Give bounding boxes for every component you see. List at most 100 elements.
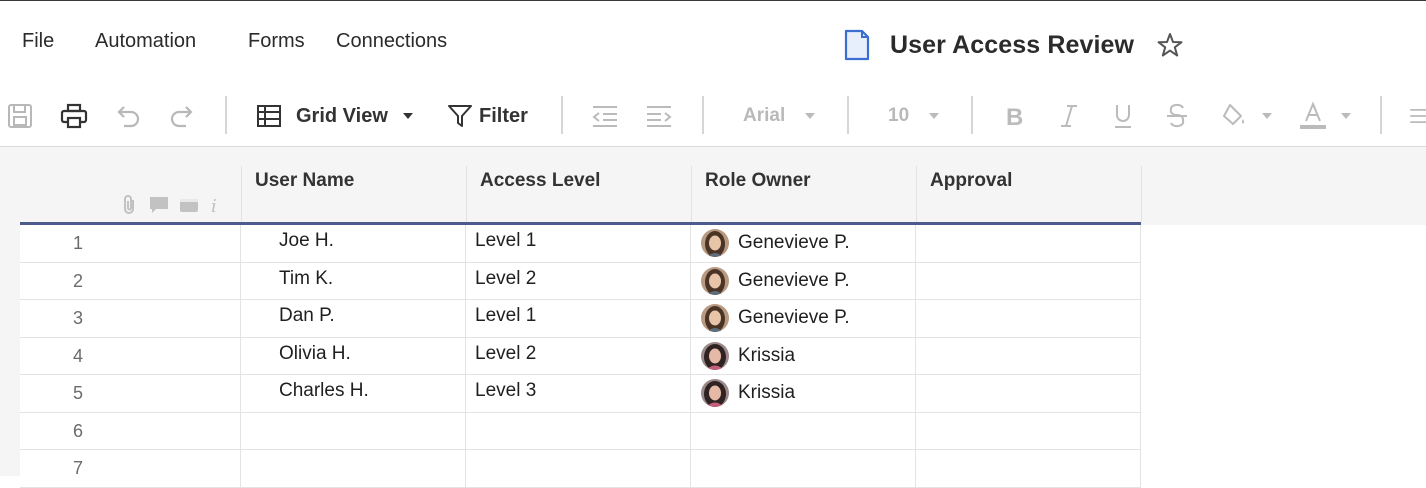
row-number-cell[interactable]: 1 (20, 225, 241, 262)
info-icon: i (211, 196, 217, 216)
access-level-cell[interactable] (466, 412, 691, 449)
chevron-down-icon (929, 113, 940, 119)
avatar (701, 266, 729, 295)
role-owner-cell[interactable] (691, 450, 916, 487)
column-header-user-name[interactable]: User Name (241, 166, 467, 222)
approval-cell[interactable] (916, 337, 1141, 374)
role-owner-cell[interactable] (691, 412, 916, 449)
column-header-approval[interactable]: Approval (916, 166, 1142, 222)
access-level-cell[interactable]: Level 3 (466, 375, 691, 412)
row-number-cell[interactable]: 7 (20, 450, 241, 487)
star-icon[interactable] (1156, 31, 1184, 59)
table-row: 7 (20, 450, 1141, 488)
chevron-down-icon (1341, 113, 1351, 119)
indent-icon[interactable] (645, 100, 673, 132)
chevron-down-icon (1262, 113, 1272, 119)
user-name-cell[interactable] (241, 412, 466, 449)
access-level-cell[interactable]: Level 1 (466, 300, 691, 337)
role-owner-cell[interactable]: Krissia (691, 375, 916, 412)
underline-icon[interactable] (1110, 100, 1136, 132)
grid-rows: 1 Joe H. Level 1 Genevieve P. 2 Tim K. L… (20, 225, 1141, 488)
user-name-cell[interactable]: Tim K. (241, 262, 466, 299)
menu-connections[interactable]: Connections (336, 30, 447, 53)
column-header-label: Role Owner (705, 170, 811, 191)
user-name-cell[interactable] (241, 450, 466, 487)
document-icon (844, 29, 870, 61)
text-color-button[interactable] (1299, 100, 1351, 132)
user-name-cell[interactable]: Olivia H. (241, 337, 466, 374)
approval-cell[interactable] (916, 375, 1141, 412)
user-name-cell[interactable]: Joe H. (241, 225, 466, 262)
bold-icon[interactable]: B (1002, 100, 1028, 132)
font-size-select[interactable]: 10 (888, 100, 940, 132)
column-header-label: Access Level (480, 170, 601, 191)
column-header-access-level[interactable]: Access Level (466, 166, 692, 222)
menu-automation[interactable]: Automation (95, 30, 196, 53)
document-title[interactable]: User Access Review (890, 31, 1134, 60)
access-level-value: Level 2 (475, 267, 537, 289)
access-level-cell[interactable]: Level 2 (466, 262, 691, 299)
undo-icon[interactable] (114, 100, 142, 132)
table-row: 1 Joe H. Level 1 Genevieve P. (20, 225, 1141, 263)
row-number-cell[interactable]: 5 (20, 375, 241, 412)
avatar (701, 229, 729, 257)
access-level-cell[interactable] (466, 450, 691, 487)
attachment-icon (124, 195, 134, 214)
approval-cell[interactable] (916, 450, 1141, 487)
role-owner-cell[interactable]: Genevieve P. (691, 300, 916, 337)
approval-cell[interactable] (916, 412, 1141, 449)
table-row: 2 Tim K. Level 2 Genevieve P. (20, 262, 1141, 300)
italic-icon[interactable] (1056, 100, 1082, 132)
svg-text:i: i (211, 196, 217, 216)
redo-icon[interactable] (168, 100, 196, 132)
font-family-select[interactable]: Arial (743, 100, 816, 132)
role-owner-cell[interactable]: Krissia (691, 337, 916, 374)
font-family-value: Arial (743, 105, 786, 126)
access-level-value: Level 1 (475, 230, 537, 251)
approval-cell[interactable] (916, 262, 1141, 299)
role-owner-cell[interactable]: Genevieve P. (691, 225, 916, 262)
row-number-cell[interactable]: 6 (20, 412, 241, 449)
menu-bar: File Automation Forms Connections User A… (0, 0, 1426, 86)
save-icon[interactable] (6, 100, 34, 132)
align-icon[interactable] (1405, 100, 1426, 132)
column-header-role-owner[interactable]: Role Owner (691, 166, 917, 222)
grid-empty-area (1141, 225, 1426, 476)
role-owner-value: Krissia (738, 344, 796, 366)
avatar (701, 304, 729, 332)
column-header-label: User Name (255, 170, 355, 191)
outdent-icon[interactable] (591, 100, 619, 132)
strikethrough-icon[interactable] (1164, 100, 1190, 132)
font-size-value: 10 (888, 105, 910, 126)
role-owner-value: Genevieve P. (738, 232, 850, 253)
user-name-cell[interactable]: Charles H. (241, 375, 466, 412)
role-owner-value: Krissia (738, 382, 796, 403)
access-level-value: Level 1 (475, 305, 537, 326)
fill-color-button[interactable] (1220, 100, 1272, 132)
grid-view-button[interactable]: Grid View (256, 100, 414, 132)
access-level-cell[interactable]: Level 2 (466, 337, 691, 374)
row-number: 1 (72, 233, 83, 253)
row-number-cell[interactable]: 4 (20, 337, 241, 374)
menu-forms[interactable]: Forms (248, 30, 305, 53)
toolbar-separator (225, 96, 227, 134)
access-level-cell[interactable]: Level 1 (466, 225, 691, 262)
toolbar-separator (702, 96, 704, 134)
avatar (701, 379, 729, 407)
toolbar-separator (971, 96, 973, 134)
row-number: 5 (72, 383, 83, 403)
approval-cell[interactable] (916, 300, 1141, 337)
row-number-cell[interactable]: 3 (20, 300, 241, 337)
role-owner-cell[interactable]: Genevieve P. (691, 262, 916, 299)
approval-cell[interactable] (916, 225, 1141, 262)
menu-file[interactable]: File (22, 30, 54, 53)
user-name-value: Dan P. (279, 305, 335, 326)
filter-button[interactable]: Filter (447, 100, 528, 132)
user-name-cell[interactable]: Dan P. (241, 300, 466, 337)
print-icon[interactable] (60, 100, 88, 132)
access-level-value: Level 3 (475, 380, 537, 401)
row-number: 6 (72, 420, 83, 441)
toolbar-separator (1380, 96, 1382, 134)
row-number-cell[interactable]: 2 (20, 262, 241, 299)
grid-view-icon (257, 105, 281, 127)
